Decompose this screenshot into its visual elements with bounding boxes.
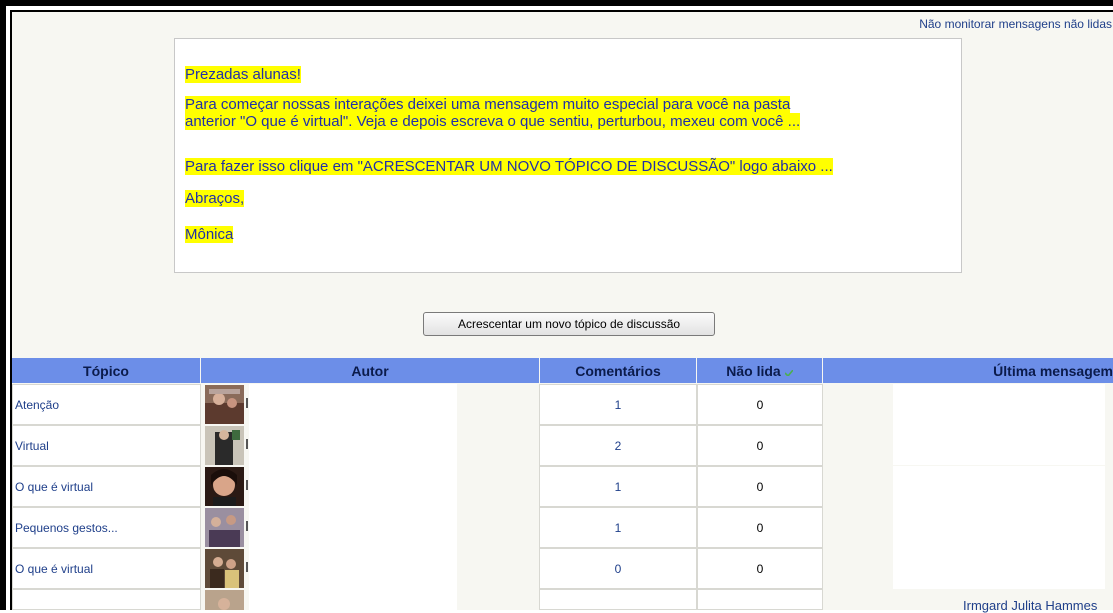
unread-count: 0 — [697, 425, 823, 466]
column-header-author[interactable]: Autor — [201, 358, 539, 383]
topic-link[interactable]: O que é virtual — [12, 548, 201, 589]
topic-link[interactable]: Virtual — [12, 425, 201, 466]
table-row: Atenção 1 0 — [12, 384, 1113, 425]
table-row: Pequenos gestos... 1 0 — [12, 507, 1113, 548]
author-avatar[interactable] — [205, 508, 244, 547]
comments-count-link[interactable]: 1 — [539, 384, 697, 425]
author-avatar[interactable] — [205, 385, 244, 424]
column-header-last-post[interactable]: Última mensagem — [823, 358, 1113, 383]
column-header-topic[interactable]: Tópico — [12, 358, 201, 383]
frame-border-top — [10, 10, 1113, 12]
unread-count: 0 — [697, 384, 823, 425]
last-post-author-link[interactable]: Irmgard Julita Hammes — [963, 598, 1097, 613]
greeting-text: Prezadas alunas! — [185, 66, 301, 83]
author-avatar[interactable] — [205, 549, 244, 588]
table-row: O que é virtual 0 0 — [12, 548, 1113, 589]
comments-count-link[interactable]: 1 — [539, 507, 697, 548]
intro-paragraph-line1: Para começar nossas interações deixei um… — [185, 96, 791, 113]
instruction-paragraph: Para fazer isso clique em "ACRESCENTAR U… — [185, 158, 833, 175]
author-avatar[interactable] — [205, 467, 244, 506]
toggle-unread-tracking-link[interactable]: Não monitorar mensagens não lidas — [919, 17, 1112, 31]
unread-count: 0 — [697, 507, 823, 548]
author-avatar[interactable] — [205, 426, 244, 465]
topic-link[interactable]: O que é virtual — [12, 466, 201, 507]
table-row: O que é virtual 1 0 — [12, 466, 1113, 507]
intro-paragraph-line2: anterior "O que é virtual". Veja e depoi… — [185, 113, 801, 130]
add-discussion-topic-button[interactable]: Acrescentar um novo tópico de discussão — [423, 312, 715, 336]
author-avatar[interactable] — [205, 590, 244, 610]
forum-intro-message: Prezadas alunas! Para começar nossas int… — [174, 38, 962, 273]
comments-count-link[interactable]: 2 — [539, 425, 697, 466]
unread-count: 0 — [697, 548, 823, 589]
column-header-comments[interactable]: Comentários — [539, 358, 697, 383]
signature-text: Mônica — [185, 226, 234, 243]
comments-count-link[interactable]: 1 — [539, 466, 697, 507]
topic-link[interactable]: Atenção — [12, 384, 201, 425]
table-row — [12, 589, 1113, 610]
table-row: Virtual 2 0 — [12, 424, 1113, 466]
column-header-unread[interactable]: Não lida — [697, 358, 823, 383]
topic-link[interactable]: Pequenos gestos... — [12, 507, 201, 548]
unread-count: 0 — [697, 466, 823, 507]
check-icon — [784, 369, 793, 376]
comments-count-link[interactable]: 0 — [539, 548, 697, 589]
closing-text: Abraços, — [185, 190, 245, 207]
